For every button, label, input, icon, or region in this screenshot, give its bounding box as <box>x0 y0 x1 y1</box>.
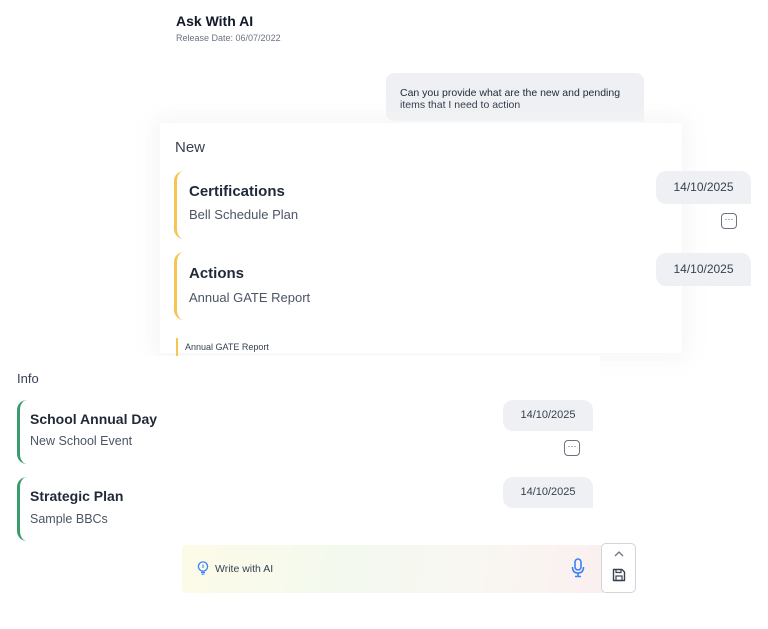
card-subtitle: Bell Schedule Plan <box>189 207 299 222</box>
more-horizontal-icon: ··· <box>567 441 577 451</box>
more-options-button[interactable]: ··· <box>721 213 737 229</box>
faded-list-item: Annual GATE Report <box>176 338 596 356</box>
info-card-strategic-plan[interactable]: Strategic Plan Sample BBCs <box>17 477 457 541</box>
card-title: Certifications <box>189 183 285 200</box>
card-title: Strategic Plan <box>30 488 124 504</box>
user-message-bubble: Can you provide what are the new and pen… <box>386 73 644 121</box>
card-subtitle: Annual GATE Report <box>189 290 311 305</box>
date-pill: 14/10/2025 <box>503 400 593 431</box>
input-placeholder: Write with AI <box>215 563 274 575</box>
card-title: Actions <box>189 265 245 282</box>
new-card-certifications[interactable]: Certifications Bell Schedule Plan <box>174 171 514 239</box>
ask-ai-screen: Ask With AI Release Date: 06/07/2022 Can… <box>0 0 768 629</box>
date-pill: 14/10/2025 <box>656 253 751 286</box>
section-label-new: New <box>175 139 206 156</box>
date-pill: 14/10/2025 <box>656 171 751 204</box>
release-date: Release Date: 06/07/2022 <box>176 33 281 43</box>
card-subtitle: Sample BBCs <box>30 512 108 526</box>
card-subtitle: New School Event <box>30 434 133 448</box>
ai-prompt-input[interactable]: Write with AI <box>182 545 606 593</box>
save-icon[interactable] <box>612 568 626 582</box>
chevron-up-icon[interactable] <box>613 550 625 558</box>
more-options-button[interactable]: ··· <box>564 440 580 456</box>
info-items-panel: Info School Annual Day New School Event … <box>0 356 600 546</box>
info-card-school-annual-day[interactable]: School Annual Day New School Event <box>17 400 457 464</box>
microphone-button[interactable] <box>571 558 585 578</box>
more-horizontal-icon: ··· <box>724 214 734 224</box>
new-card-actions[interactable]: Actions Annual GATE Report <box>174 252 514 320</box>
card-title: School Annual Day <box>30 411 158 427</box>
new-items-panel: New Certifications Bell Schedule Plan Ac… <box>160 123 682 353</box>
page-title: Ask With AI <box>176 13 254 29</box>
save-toggle-button[interactable] <box>601 543 636 593</box>
section-label-info: Info <box>17 371 39 386</box>
lightbulb-icon <box>197 561 209 575</box>
date-pill: 14/10/2025 <box>503 477 593 508</box>
